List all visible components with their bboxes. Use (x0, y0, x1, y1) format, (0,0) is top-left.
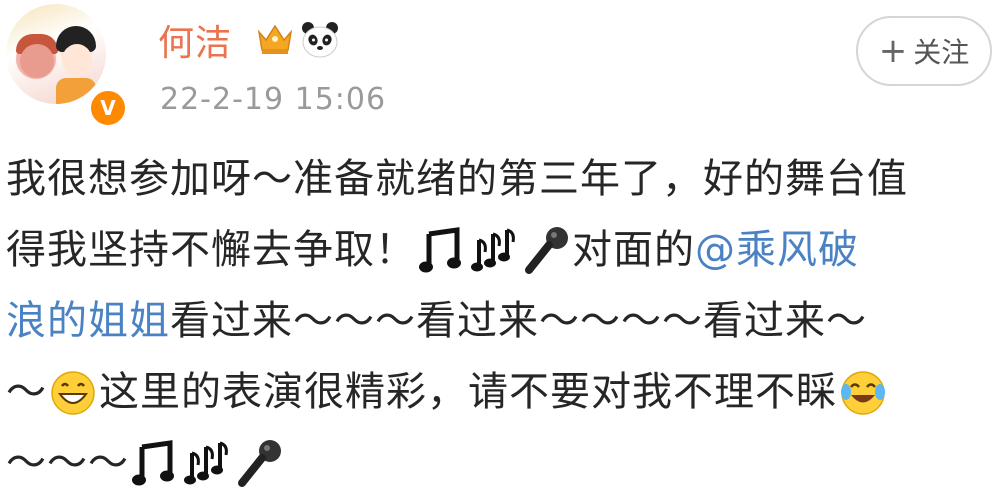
username[interactable]: 何洁 (158, 14, 232, 66)
follow-label: 关注 (913, 36, 970, 69)
music-note-icon (419, 226, 461, 272)
verified-icon: V (88, 88, 128, 128)
crown-icon (257, 24, 293, 54)
panda-icon (302, 22, 338, 58)
microphone-icon (238, 439, 281, 487)
post-line: ～～～ (6, 428, 1000, 499)
grin-emoji (51, 370, 95, 415)
post-line: 得我坚持不懈去争取！ 对面的 @乘风破 (6, 215, 1000, 286)
post-line: ～ 这里的表演很精彩，请不要对我不理不睬 (6, 357, 1000, 428)
mention-link[interactable]: @乘风破 (695, 215, 859, 286)
music-note-icon (132, 439, 174, 485)
microphone-icon (525, 226, 568, 274)
post-line: 浪的姐姐 看过来～～～看过来～～～～看过来～ (6, 286, 1000, 357)
avatar-image (6, 4, 106, 104)
post-text: 我很想参加呀～准备就绪的第三年了，好的舞台值 得我坚持不懈去争取！ 对面的 @乘 (6, 144, 1000, 499)
post-line: 我很想参加呀～准备就绪的第三年了，好的舞台值 (6, 156, 908, 202)
music-notes-icon (184, 441, 228, 484)
avatar[interactable]: V (6, 4, 128, 128)
plus-icon: + (878, 31, 908, 71)
music-notes-icon (471, 228, 515, 271)
post-timestamp: 22-2-19 15:06 (160, 82, 387, 117)
mention-link[interactable]: 浪的姐姐 (6, 286, 170, 357)
laugh-cry-emoji (841, 370, 885, 415)
follow-button[interactable]: + 关注 (856, 16, 992, 86)
